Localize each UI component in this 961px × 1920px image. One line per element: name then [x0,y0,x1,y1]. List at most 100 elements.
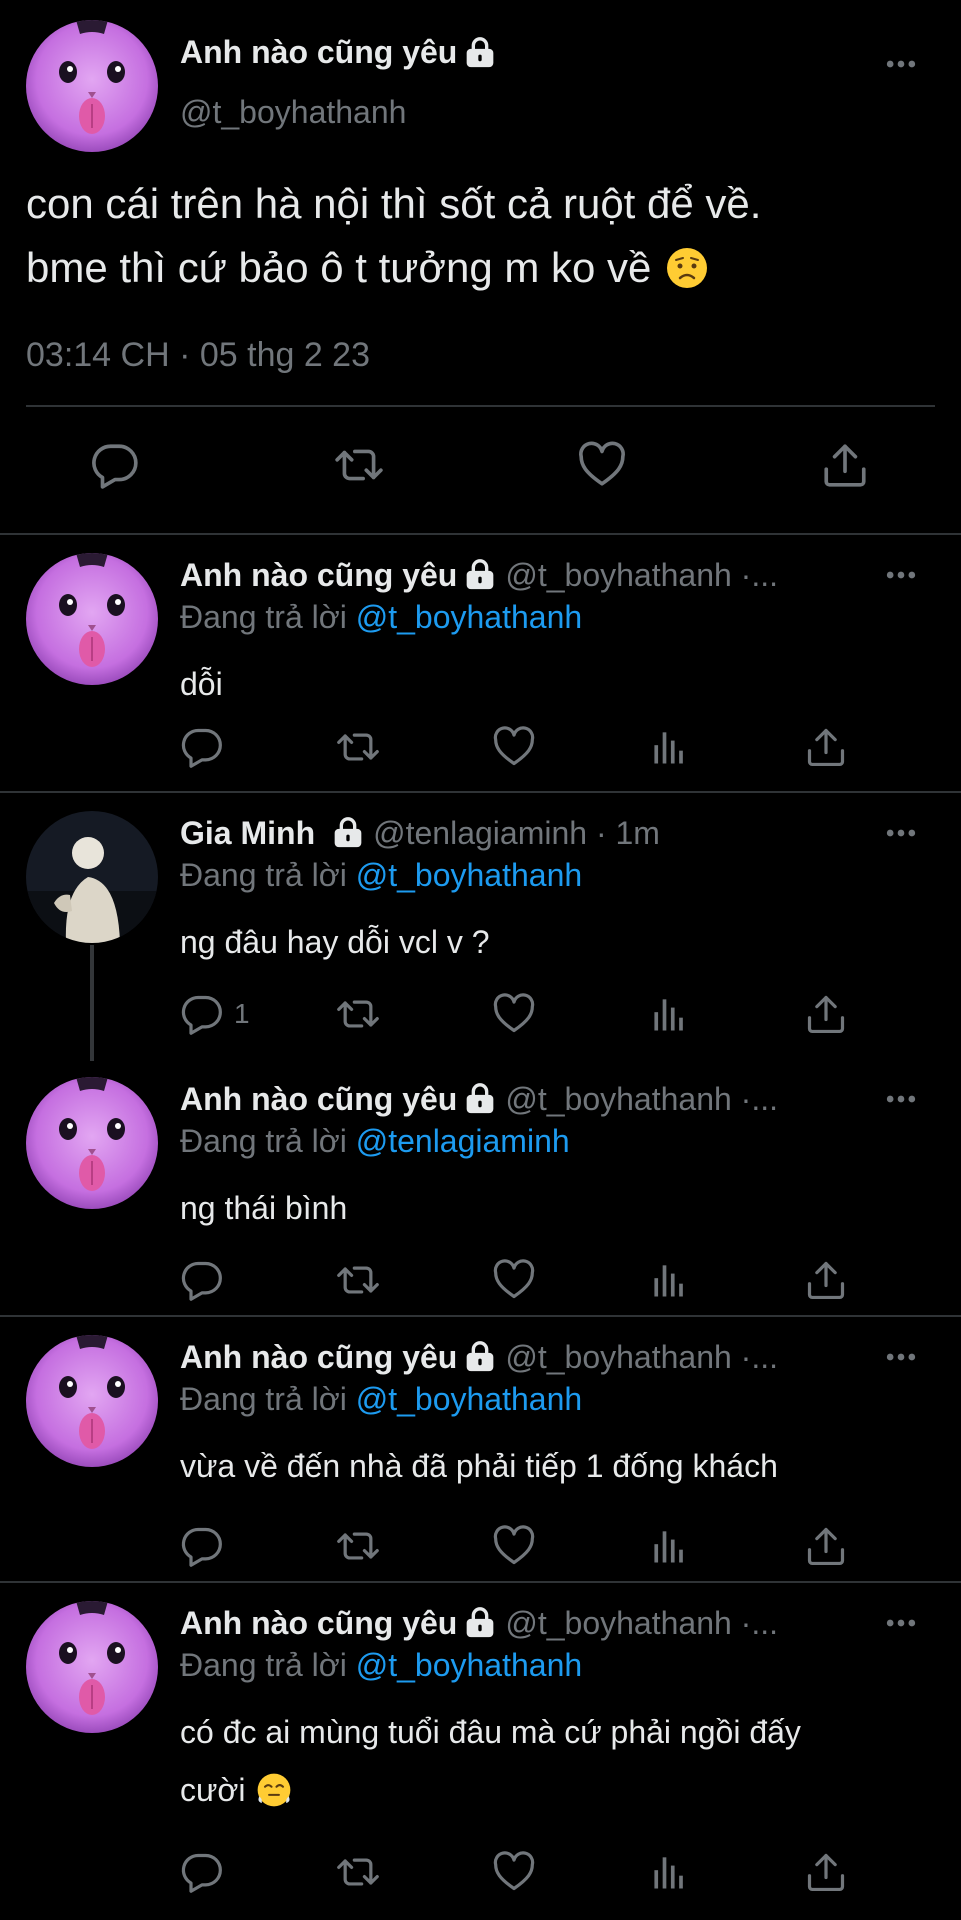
tweet-text-line: vừa về đến nhà đã phải tiếp 1 đống khách [180,1448,778,1484]
retweet-icon[interactable] [334,1258,382,1302]
worried-face-emoji [665,246,709,290]
avatar[interactable] [26,20,158,152]
share-icon[interactable] [804,725,848,769]
display-name[interactable]: Gia Minh [180,815,315,852]
lock-icon [465,1607,495,1639]
tweet-header: Anh nào cũng yêu @t_boyhathanh ·... [180,1079,880,1119]
reply-count: 1 [234,998,250,1029]
like-icon[interactable] [492,725,536,769]
more-icon[interactable] [886,827,916,839]
tweet-text-line: dỗi [180,666,223,702]
avatar[interactable] [26,1601,158,1733]
tweet-text-line: bme thì cứ bảo ô t tưởng m ko về [26,236,936,300]
retweet-icon[interactable] [332,440,386,490]
more-icon[interactable] [886,1093,916,1105]
reply-icon[interactable] [180,1258,224,1302]
tweet-header: Gia Minh @tenlagiaminh · 1m [180,813,880,853]
lock-icon [465,559,495,591]
more-icon[interactable] [886,1617,916,1629]
mention-link[interactable]: @t_boyhathanh [356,857,582,893]
action-bar [0,725,961,771]
tweet-text-line: con cái trên hà nội thì sốt cả ruột để v… [26,180,762,227]
tweet-header: Anh nào cũng yêu @t_boyhathanh ·... [180,555,880,595]
mention-link[interactable]: @tenlagiaminh [356,1123,570,1159]
reply-icon[interactable]: 1 [180,992,250,1036]
replying-to: Đang trả lời @tenlagiaminh [180,1123,570,1160]
mention-link[interactable]: @t_boyhathanh [356,599,582,635]
reply-icon[interactable] [180,1524,224,1568]
lock-icon [333,817,363,849]
tweet-text: dỗi [180,655,940,713]
replying-prefix: Đang trả lời [180,1381,347,1417]
more-icon[interactable] [886,1351,916,1363]
lock-icon [465,1341,495,1373]
handle[interactable]: @t_boyhathanh [180,94,406,131]
like-icon[interactable] [492,1258,536,1302]
avatar[interactable] [26,1077,158,1209]
tweet-text-line-content: cười [180,1772,246,1808]
tweet-text: vừa về đến nhà đã phải tiếp 1 đống khách [180,1437,940,1495]
views-icon[interactable] [648,1850,692,1894]
replying-to: Đang trả lời @t_boyhathanh [180,599,582,636]
reply-icon[interactable] [180,725,224,769]
retweet-icon[interactable] [334,1524,382,1568]
avatar[interactable] [26,811,158,943]
replying-to: Đang trả lời @t_boyhathanh [180,1381,582,1418]
display-name[interactable]: Anh nào cũng yêu [180,1605,457,1642]
replying-prefix: Đang trả lời [180,1647,347,1683]
handle[interactable]: @t_boyhathanh ·... [505,557,778,594]
more-icon[interactable] [886,569,916,581]
tweet-text-line-content: bme thì cứ bảo ô t tưởng m ko về [26,244,652,291]
action-bar [0,1258,961,1304]
tweet-header: Anh nào cũng yêu @t_boyhathanh ·... [180,1337,880,1377]
display-name[interactable]: Anh nào cũng yêu [180,1339,457,1376]
action-bar [0,1850,961,1896]
mention-link[interactable]: @t_boyhathanh [356,1647,582,1683]
replying-prefix: Đang trả lời [180,1123,347,1159]
reply-icon[interactable] [90,440,140,490]
like-icon[interactable] [492,992,536,1036]
handle[interactable]: @tenlagiaminh · 1m [373,815,660,852]
mention-link[interactable]: @t_boyhathanh [356,1381,582,1417]
main-tweet: Anh nào cũng yêu @t_boyhathanh con cái t… [0,0,961,535]
views-icon[interactable] [648,992,692,1036]
avatar[interactable] [26,1335,158,1467]
share-icon[interactable] [804,1258,848,1302]
views-icon[interactable] [648,725,692,769]
display-name[interactable]: Anh nào cũng yêu [180,34,495,71]
like-icon[interactable] [492,1524,536,1568]
avatar[interactable] [26,553,158,685]
action-bar [0,440,961,500]
more-icon[interactable] [886,58,916,70]
display-name[interactable]: Anh nào cũng yêu [180,1081,457,1118]
handle[interactable]: @t_boyhathanh ·... [505,1081,778,1118]
like-icon[interactable] [492,1850,536,1894]
lock-icon [465,37,495,69]
share-icon[interactable] [804,992,848,1036]
retweet-icon[interactable] [334,1850,382,1894]
retweet-icon[interactable] [334,725,382,769]
reply-icon[interactable] [180,1850,224,1894]
views-icon[interactable] [648,1258,692,1302]
action-bar [0,1524,961,1570]
timestamp[interactable]: 03:14 CH · 05 thg 2 23 [26,336,370,375]
replying-prefix: Đang trả lời [180,599,347,635]
handle[interactable]: @t_boyhathanh ·... [505,1339,778,1376]
handle[interactable]: @t_boyhathanh ·... [505,1605,778,1642]
replying-prefix: Đang trả lời [180,857,347,893]
share-icon[interactable] [820,440,870,490]
tweet-text: ng thái bình [180,1179,940,1237]
tweet-header: Anh nào cũng yêu @t_boyhathanh ·... [180,1603,880,1643]
tweet-text: con cái trên hà nội thì sốt cả ruột để v… [26,172,936,300]
share-icon[interactable] [804,1524,848,1568]
replying-to: Đang trả lời @t_boyhathanh [180,857,582,894]
retweet-icon[interactable] [334,992,382,1036]
like-icon[interactable] [576,440,628,490]
huffing-face-emoji [256,1772,292,1808]
tweet-text: có đc ai mùng tuổi đâu mà cứ phải ngồi đ… [180,1703,940,1819]
share-icon[interactable] [804,1850,848,1894]
display-name[interactable]: Anh nào cũng yêu [180,557,457,594]
divider [26,405,935,407]
display-name-text: Anh nào cũng yêu [180,34,458,70]
views-icon[interactable] [648,1524,692,1568]
